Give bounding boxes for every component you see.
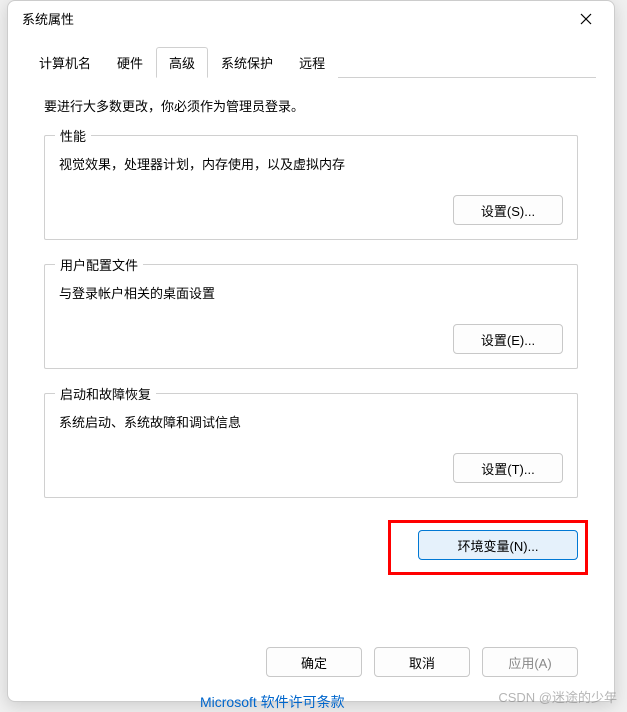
titlebar: 系统属性 <box>8 1 614 36</box>
tab-system-protection[interactable]: 系统保护 <box>208 47 286 78</box>
close-icon <box>580 13 592 25</box>
admin-note: 要进行大多数更改，你必须作为管理员登录。 <box>26 96 596 125</box>
user-profile-fieldset: 用户配置文件 与登录帐户相关的桌面设置 设置(E)... <box>44 264 578 369</box>
system-properties-dialog: 系统属性 计算机名 硬件 高级 系统保护 远程 要进行大多数更改，你必须作为管理… <box>7 0 615 702</box>
apply-button[interactable]: 应用(A) <box>482 647 578 677</box>
startup-legend: 启动和故障恢复 <box>55 384 156 403</box>
user-profile-settings-button[interactable]: 设置(E)... <box>453 324 563 354</box>
tab-computer-name[interactable]: 计算机名 <box>26 47 104 78</box>
performance-settings-button[interactable]: 设置(S)... <box>453 195 563 225</box>
env-row: 环境变量(N)... <box>44 530 578 560</box>
ok-button[interactable]: 确定 <box>266 647 362 677</box>
performance-fieldset: 性能 视觉效果，处理器计划，内存使用，以及虚拟内存 设置(S)... <box>44 135 578 240</box>
tab-remote[interactable]: 远程 <box>286 47 338 78</box>
tab-hardware[interactable]: 硬件 <box>104 47 156 78</box>
environment-variables-button[interactable]: 环境变量(N)... <box>418 530 578 560</box>
tab-bar: 计算机名 硬件 高级 系统保护 远程 <box>26 46 596 78</box>
performance-legend: 性能 <box>55 126 91 145</box>
window-title: 系统属性 <box>22 9 74 28</box>
performance-description: 视觉效果，处理器计划，内存使用，以及虚拟内存 <box>59 154 563 173</box>
user-profile-description: 与登录帐户相关的桌面设置 <box>59 283 563 302</box>
dialog-footer: 确定 取消 应用(A) <box>26 633 596 691</box>
cancel-button[interactable]: 取消 <box>374 647 470 677</box>
startup-description: 系统启动、系统故障和调试信息 <box>59 412 563 431</box>
tab-advanced[interactable]: 高级 <box>156 47 208 78</box>
startup-fieldset: 启动和故障恢复 系统启动、系统故障和调试信息 设置(T)... <box>44 393 578 498</box>
user-profile-legend: 用户配置文件 <box>55 255 143 274</box>
dialog-content: 计算机名 硬件 高级 系统保护 远程 要进行大多数更改，你必须作为管理员登录。 … <box>8 36 614 701</box>
startup-settings-button[interactable]: 设置(T)... <box>453 453 563 483</box>
close-button[interactable] <box>572 5 600 33</box>
